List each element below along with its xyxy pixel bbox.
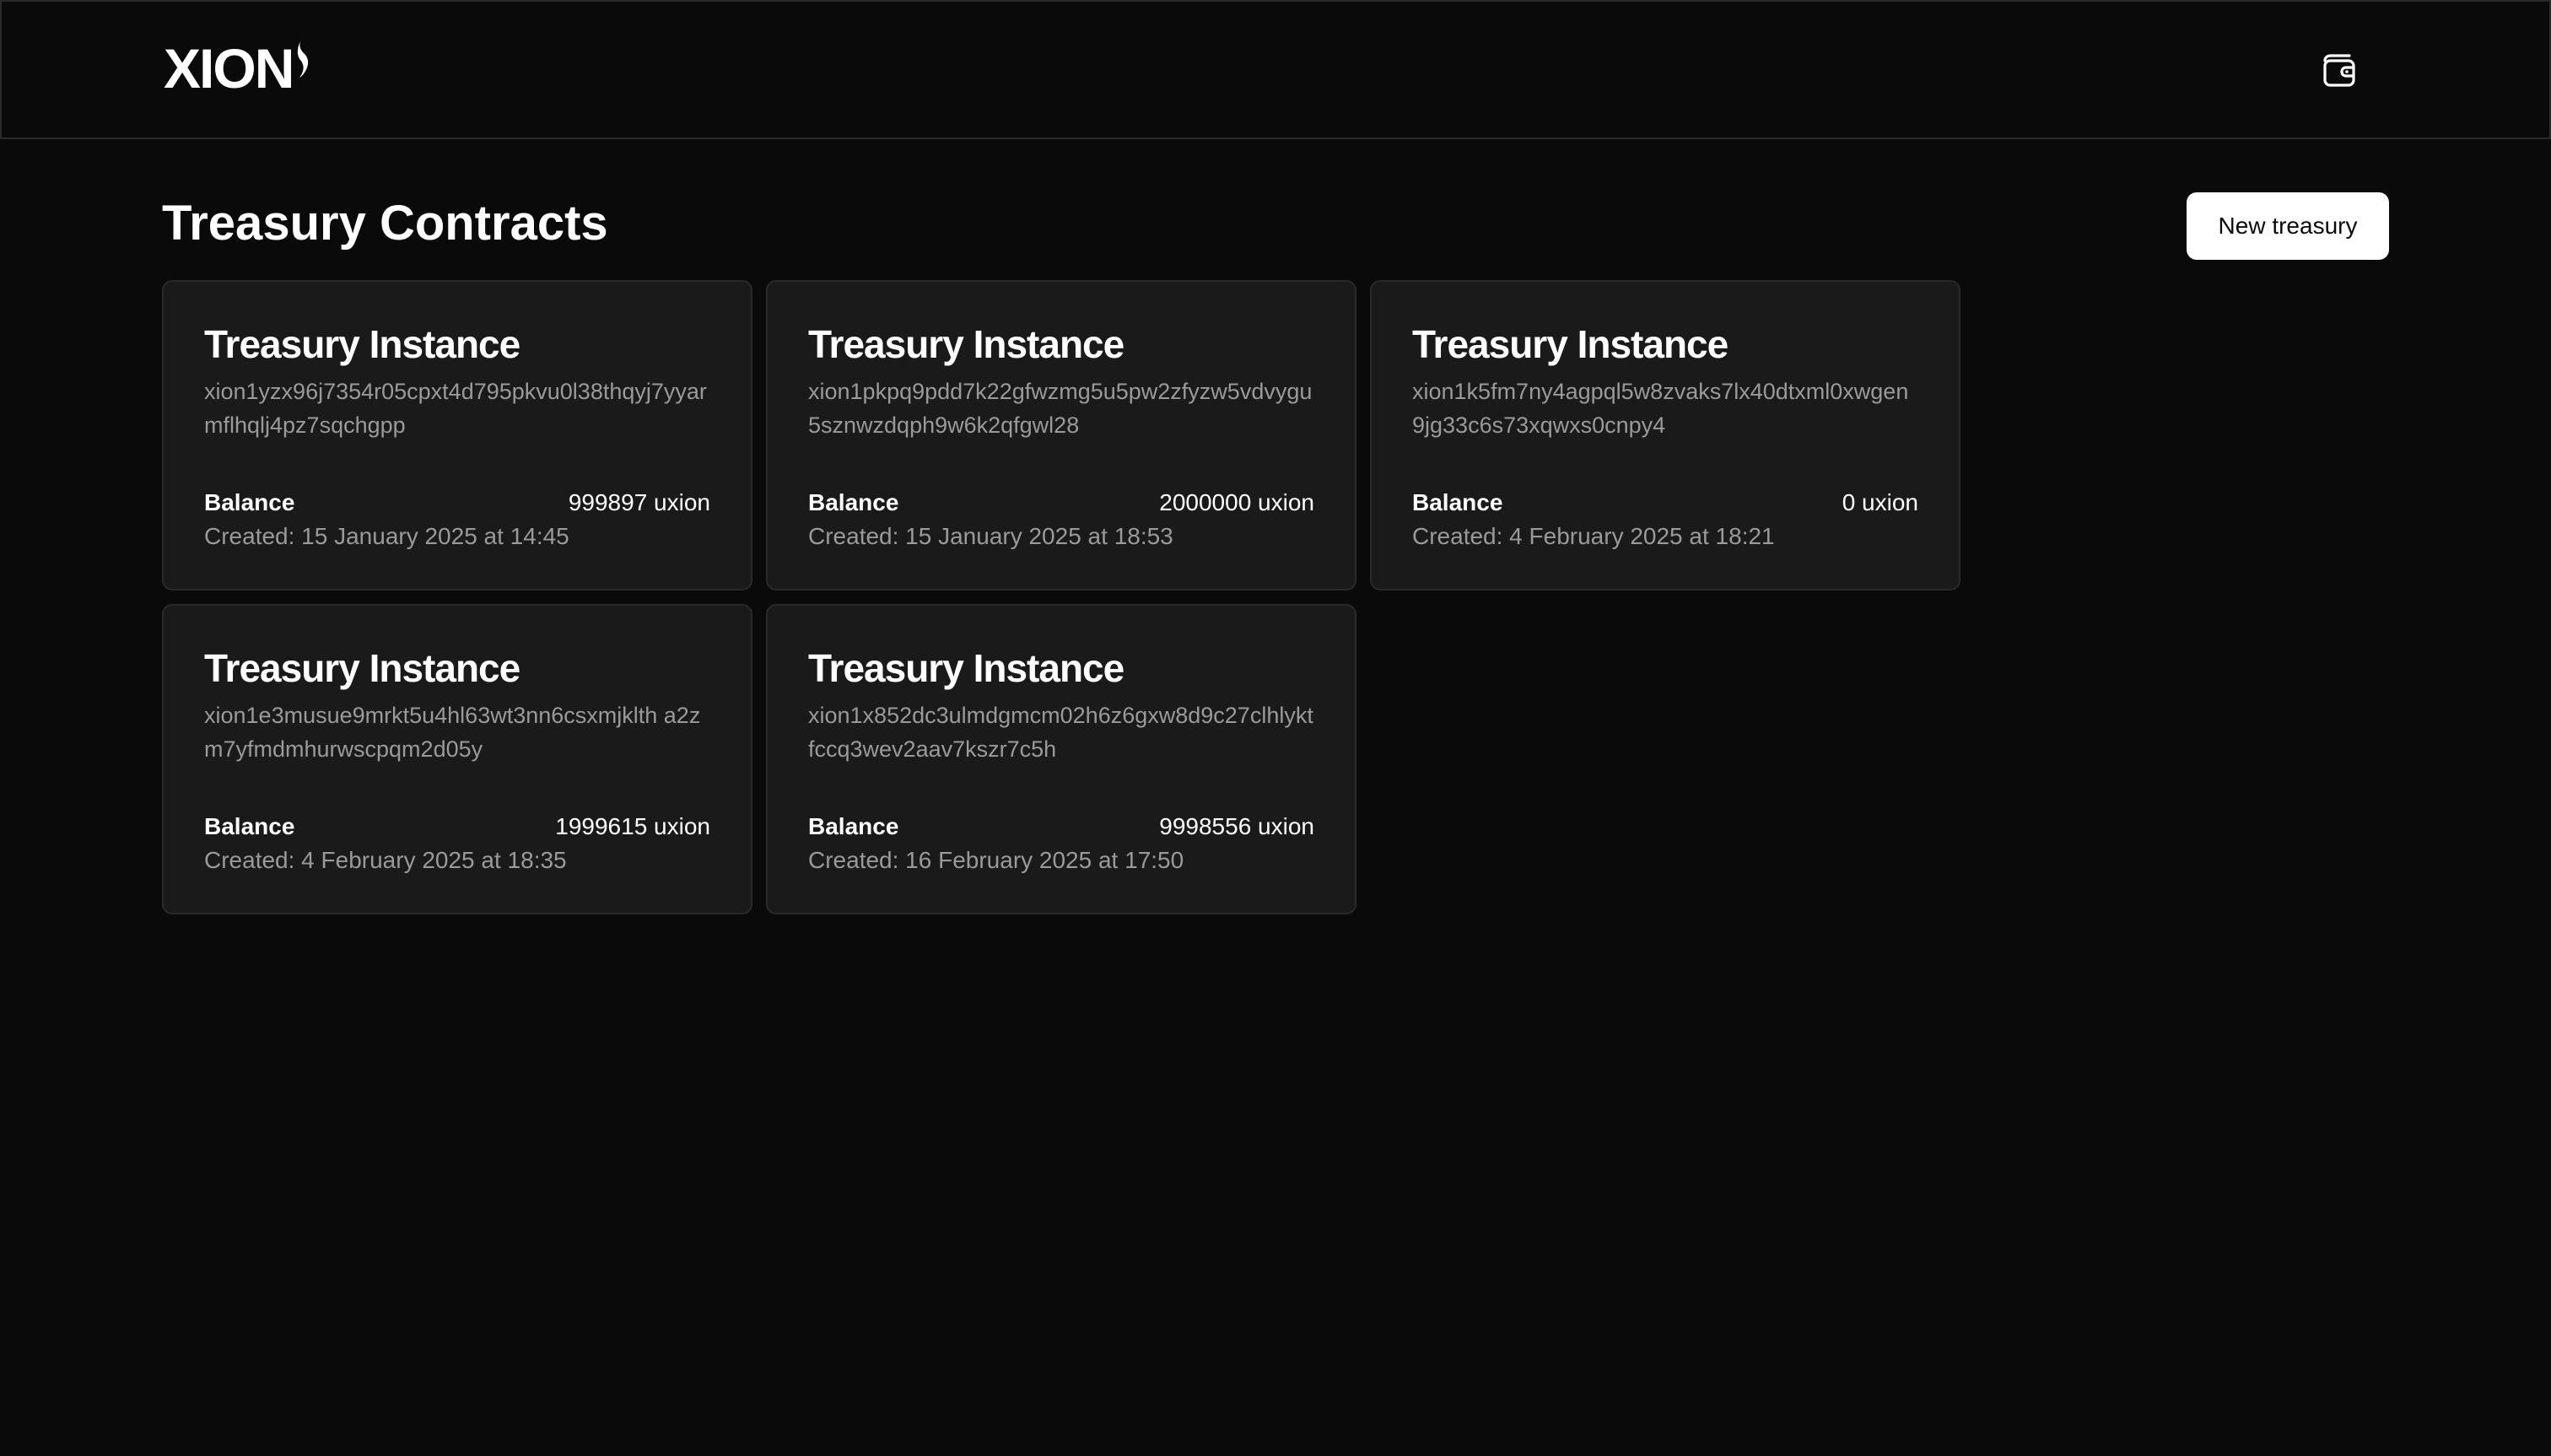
flame-icon xyxy=(298,37,309,78)
balance-value: 9998556 uxion xyxy=(1159,813,1314,839)
treasury-card[interactable]: Treasury Instance xion1x852dc3ulmdgmcm02… xyxy=(766,604,1356,914)
card-title: Treasury Instance xyxy=(808,646,1124,690)
created-date: Created: 15 January 2025 at 18:53 xyxy=(808,523,1173,549)
treasury-card-grid: Treasury Instance xion1yzx96j7354r05cpxt… xyxy=(162,280,1960,914)
balance-row: Balance 999897 uxion xyxy=(204,486,710,520)
contract-address: xion1pkpq9pdd7k22gfwzmg5u5pw2zfyzw5vdvyg… xyxy=(808,379,1313,438)
card-title: Treasury Instance xyxy=(204,322,520,366)
balance-label: Balance xyxy=(1412,489,1503,515)
page-title: Treasury Contracts xyxy=(162,196,608,251)
balance-label: Balance xyxy=(808,489,899,515)
created-date: Created: 4 February 2025 at 18:21 xyxy=(1412,523,1775,549)
balance-label: Balance xyxy=(808,813,899,839)
balance-row: Balance 2000000 uxion xyxy=(808,486,1314,520)
created-date: Created: 15 January 2025 at 14:45 xyxy=(204,523,569,549)
new-treasury-button[interactable]: New treasury xyxy=(2187,192,2389,260)
contract-address: xion1yzx96j7354r05cpxt4d795pkvu0l38thqyj… xyxy=(204,379,707,438)
contract-address: xion1e3musue9mrkt5u4hl63wt3nn6csxmjklth … xyxy=(204,703,701,762)
balance-label: Balance xyxy=(204,489,295,515)
treasury-card[interactable]: Treasury Instance xion1pkpq9pdd7k22gfwzm… xyxy=(766,280,1356,590)
contract-address: xion1x852dc3ulmdgmcm02h6z6gxw8d9c27clhly… xyxy=(808,703,1313,762)
top-navbar: XION xyxy=(0,0,2551,139)
card-title: Treasury Instance xyxy=(808,322,1124,366)
contract-address: xion1k5fm7ny4agpql5w8zvaks7lx40dtxml0xwg… xyxy=(1412,379,1909,438)
xion-logo[interactable]: XION xyxy=(164,37,313,100)
wallet-icon xyxy=(2323,54,2355,87)
created-date: Created: 4 February 2025 at 18:35 xyxy=(204,847,567,873)
balance-value: 2000000 uxion xyxy=(1159,489,1314,515)
card-title: Treasury Instance xyxy=(1412,322,1729,366)
balance-value: 1999615 uxion xyxy=(555,813,710,839)
treasury-card[interactable]: Treasury Instance xion1k5fm7ny4agpql5w8z… xyxy=(1370,280,1960,590)
treasury-card[interactable]: Treasury Instance xion1e3musue9mrkt5u4hl… xyxy=(162,604,752,914)
balance-row: Balance 9998556 uxion xyxy=(808,810,1314,844)
balance-label: Balance xyxy=(204,813,295,839)
card-title: Treasury Instance xyxy=(204,646,520,690)
balance-row: Balance 1999615 uxion xyxy=(204,810,710,844)
logo-text: XION xyxy=(164,37,294,100)
balance-value: 0 uxion xyxy=(1842,489,1918,515)
balance-value: 999897 uxion xyxy=(568,489,710,515)
treasury-card[interactable]: Treasury Instance xion1yzx96j7354r05cpxt… xyxy=(162,280,752,590)
created-date: Created: 16 February 2025 at 17:50 xyxy=(808,847,1184,873)
wallet-button[interactable] xyxy=(2318,49,2362,93)
balance-row: Balance 0 uxion xyxy=(1412,486,1918,520)
